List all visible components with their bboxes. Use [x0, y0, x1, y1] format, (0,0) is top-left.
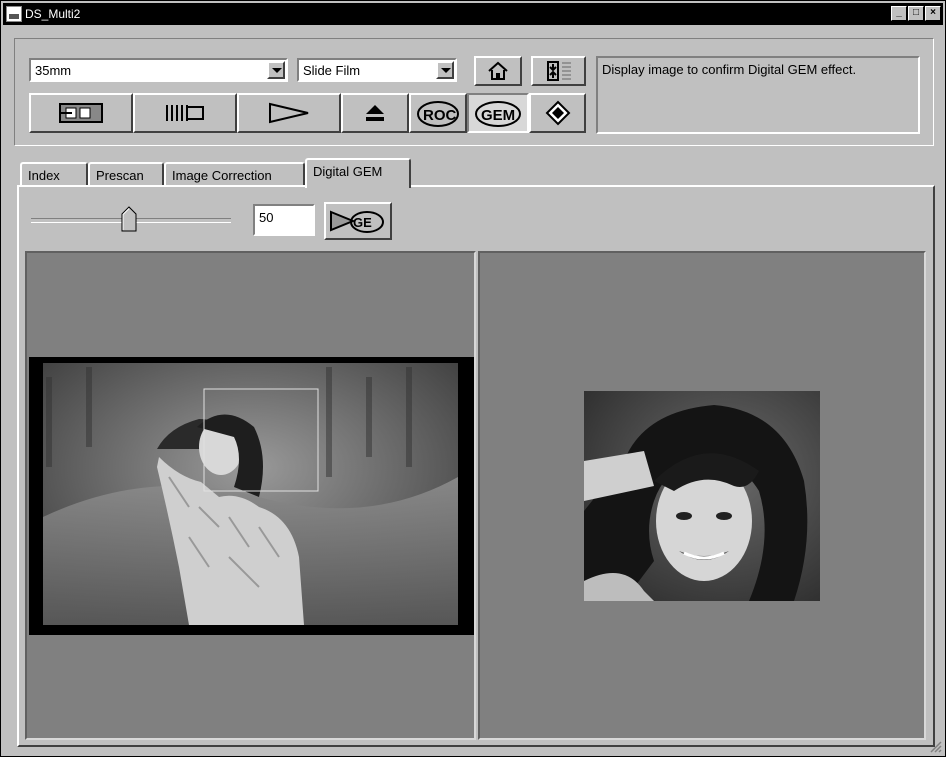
svg-text:GEM: GEM: [481, 107, 515, 124]
preferences-button[interactable]: [474, 56, 522, 86]
status-message: Display image to confirm Digital GEM eff…: [596, 56, 920, 134]
gem-preview-pane[interactable]: [478, 251, 926, 740]
close-button[interactable]: ×: [925, 6, 941, 21]
window-title: DS_Multi2: [25, 7, 81, 21]
maximize-button[interactable]: □: [908, 6, 924, 21]
book-icon: [545, 100, 570, 126]
film-type-select[interactable]: Slide Film: [297, 58, 457, 82]
gem-toggle-button[interactable]: GEM: [467, 93, 529, 133]
fit-frame-button[interactable]: [531, 56, 586, 86]
roc-icon: ROC: [417, 101, 459, 127]
tab-image-correction[interactable]: Image Correction: [164, 162, 305, 186]
scan-button[interactable]: [237, 93, 341, 133]
eject-icon: [366, 105, 384, 121]
resize-grip-icon[interactable]: [930, 741, 942, 753]
title-bar: DS_Multi2 _ □ ×: [3, 3, 943, 25]
film-type-value: Slide Film: [303, 63, 361, 78]
gem-preview-icon: GE: [330, 210, 384, 233]
window-controls: _ □ ×: [891, 6, 941, 21]
chevron-down-icon[interactable]: [436, 61, 454, 79]
play-icon: [269, 102, 309, 124]
film-format-value: 35mm: [35, 63, 72, 78]
minimize-button[interactable]: _: [891, 6, 907, 21]
frame-fit-icon: [546, 61, 571, 81]
gem-icon: GEM: [475, 101, 521, 127]
prescan-preview-pane[interactable]: [25, 251, 476, 740]
prescan-image: [29, 357, 474, 635]
roc-button[interactable]: ROC: [409, 93, 467, 133]
house-icon: [488, 61, 508, 80]
tab-prescan[interactable]: Prescan: [88, 162, 164, 186]
scanner-app-icon: [6, 6, 22, 22]
index-scan-icon: [59, 103, 103, 123]
gem-preview-button[interactable]: GE: [324, 202, 392, 240]
gem-value-field[interactable]: 50: [253, 204, 315, 236]
gem-preview-image: [584, 391, 820, 601]
eject-button[interactable]: [341, 93, 409, 133]
film-format-select[interactable]: 35mm: [29, 58, 288, 82]
svg-text:GE: GE: [353, 215, 372, 230]
gem-slider-thumb[interactable]: [121, 206, 137, 232]
help-button[interactable]: [529, 93, 586, 133]
chevron-down-icon[interactable]: [267, 61, 285, 79]
index-scan-button[interactable]: [29, 93, 133, 133]
tab-digital-gem[interactable]: Digital GEM: [305, 158, 411, 188]
tab-index[interactable]: Index: [20, 162, 88, 186]
app-window: DS_Multi2 _ □ × 35mm Slide Film ROC GEM: [0, 0, 946, 757]
svg-text:ROC: ROC: [423, 107, 457, 124]
prescan-button[interactable]: [133, 93, 237, 133]
prescan-icon: [166, 105, 204, 121]
